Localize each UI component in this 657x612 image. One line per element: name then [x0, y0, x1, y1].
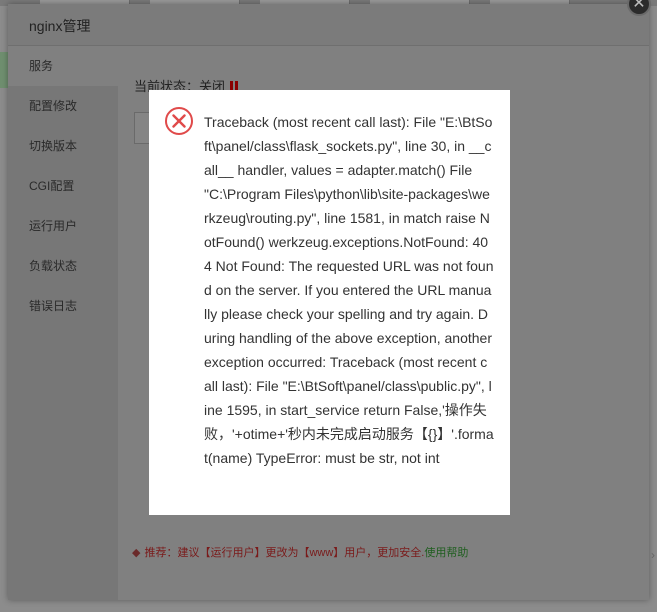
error-message-box: Traceback (most recent call last): File …	[149, 90, 510, 515]
help-link[interactable]: 使用帮助	[424, 547, 468, 559]
error-circle-icon	[165, 107, 193, 135]
dialog-titlebar: nginx管理	[8, 4, 649, 46]
recommend-tip: ◆ 推荐：建议【运行用户】更改为【www】用户，更加安全.使用帮助	[132, 544, 468, 560]
error-message-text: Traceback (most recent call last): File …	[204, 114, 494, 466]
menu-item-cgi-config[interactable]: CGI配置	[8, 166, 118, 206]
side-menu: 服务 配置修改 切换版本 CGI配置 运行用户 负载状态 错误日志	[8, 46, 118, 600]
menu-item-error-log[interactable]: 错误日志	[8, 286, 118, 326]
chevron-right-icon: ›	[651, 548, 655, 562]
menu-item-config-edit[interactable]: 配置修改	[8, 86, 118, 126]
bullet-icon: ◆	[132, 547, 141, 559]
menu-item-switch-version[interactable]: 切换版本	[8, 126, 118, 166]
tip-text: 推荐：建议【运行用户】更改为【www】用户，更加安全.	[144, 547, 425, 559]
dialog-title: nginx管理	[29, 18, 91, 34]
menu-item-run-user[interactable]: 运行用户	[8, 206, 118, 246]
menu-item-service[interactable]: 服务	[8, 46, 118, 86]
menu-item-load-status[interactable]: 负载状态	[8, 246, 118, 286]
background-status-strip	[0, 52, 8, 88]
